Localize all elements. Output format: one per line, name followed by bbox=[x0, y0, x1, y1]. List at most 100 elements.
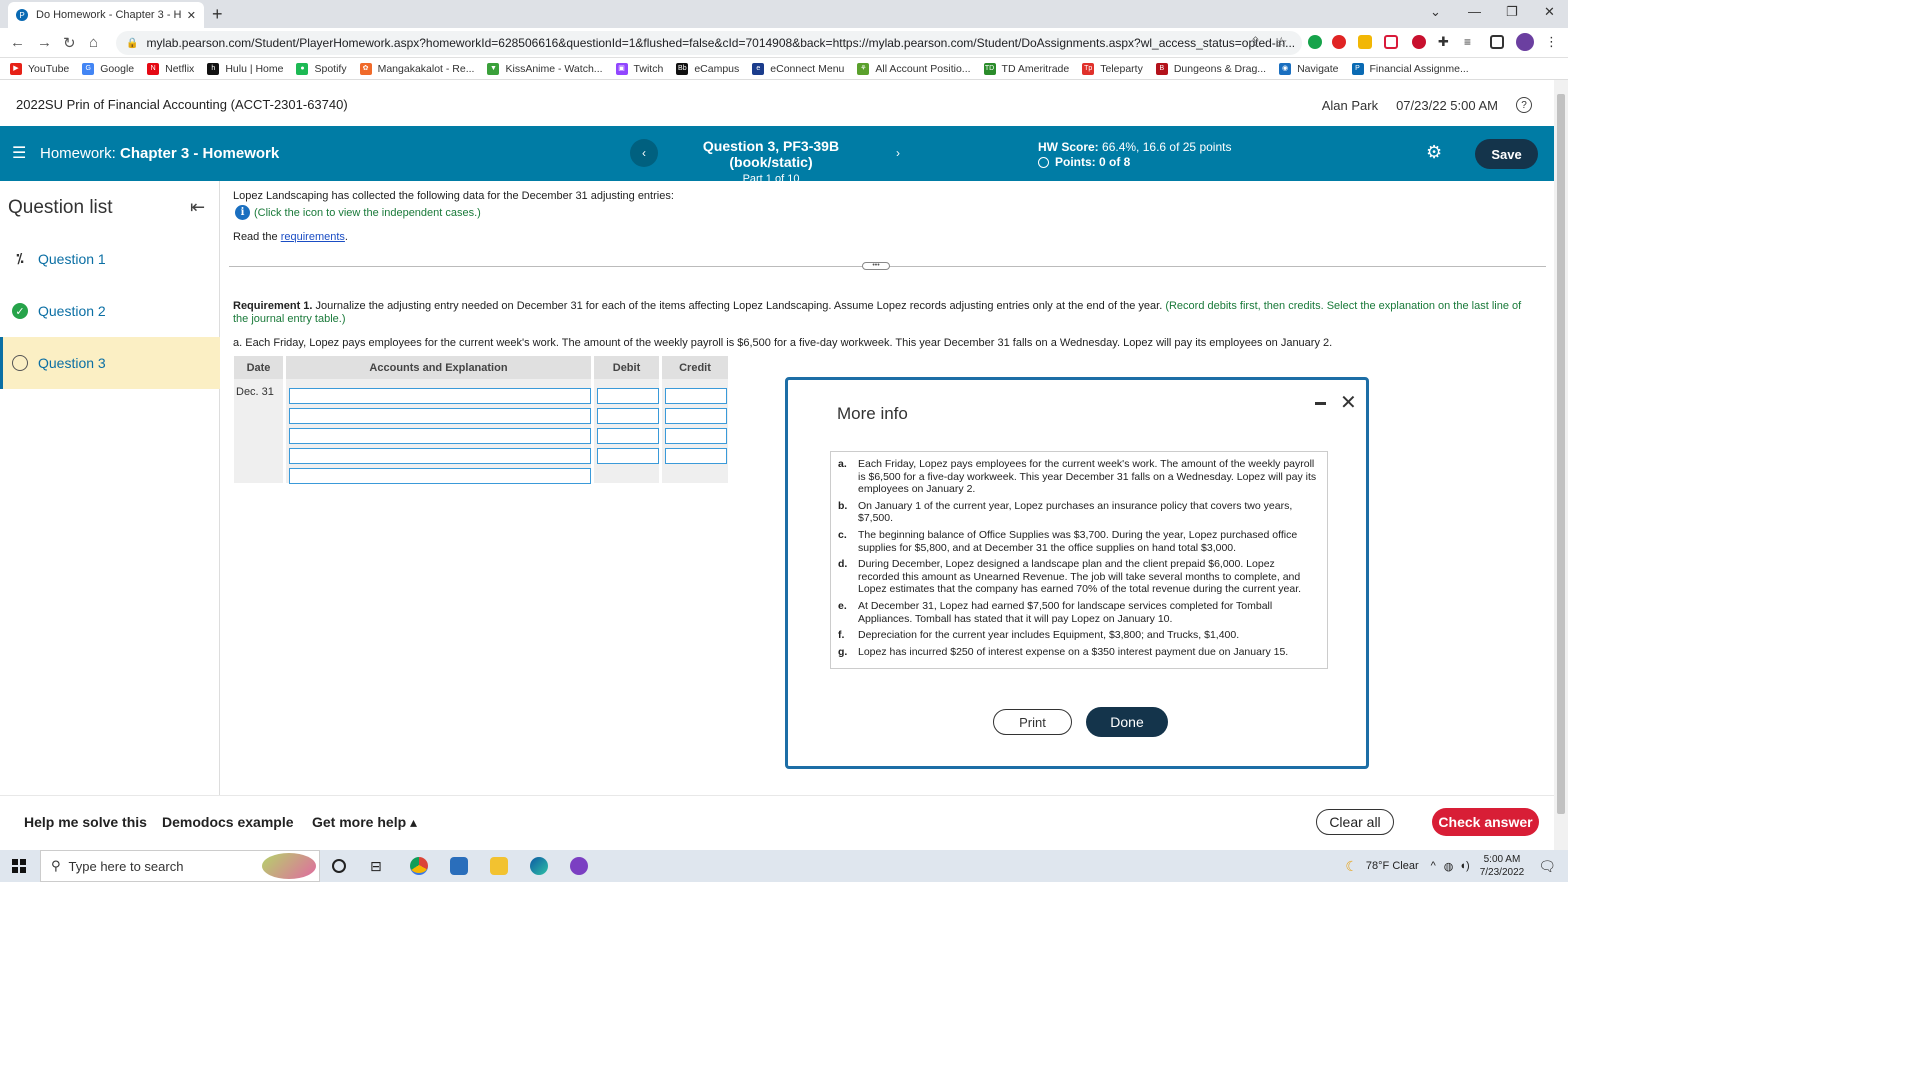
new-tab-plus-icon[interactable]: + bbox=[212, 4, 223, 25]
extensions-puzzle-icon[interactable]: ✚ bbox=[1438, 35, 1452, 49]
get-more-help-button[interactable]: Get more help ▴ bbox=[312, 814, 417, 831]
next-question-button[interactable]: › bbox=[884, 139, 912, 167]
close-window-icon[interactable]: ✕ bbox=[1544, 4, 1555, 20]
share-icon[interactable]: ⇪ bbox=[1250, 34, 1261, 50]
discord-icon[interactable] bbox=[570, 857, 588, 875]
course-title: 2022SU Prin of Financial Accounting (ACC… bbox=[16, 97, 348, 112]
restore-window-icon[interactable]: ❐ bbox=[1506, 4, 1518, 20]
bookmark-item[interactable]: ▶ YouTube bbox=[10, 62, 69, 75]
credit-input-2[interactable] bbox=[665, 408, 727, 424]
windows-taskbar: ⚲ Type here to search ⊟ ☾ 78°F Clear ^ ◍… bbox=[0, 850, 1568, 882]
tab-close-icon[interactable]: ✕ bbox=[187, 9, 196, 22]
bookmark-item[interactable]: e eConnect Menu bbox=[752, 62, 844, 75]
bookmark-item[interactable]: TD TD Ameritrade bbox=[983, 62, 1069, 75]
bookmark-item[interactable]: Tp Teleparty bbox=[1082, 62, 1143, 75]
hw-score-value: 66.4%, 16.6 of 25 points bbox=[1102, 140, 1232, 154]
side-panel-icon[interactable] bbox=[1490, 35, 1504, 49]
bookmark-item[interactable]: ⚘ All Account Positio... bbox=[857, 62, 971, 75]
previous-question-button[interactable]: ‹ bbox=[630, 139, 658, 167]
extension-icon[interactable] bbox=[1384, 35, 1398, 49]
adblock-extension-icon[interactable] bbox=[1332, 35, 1346, 49]
bookmark-star-icon[interactable]: ☆ bbox=[1275, 34, 1288, 51]
credit-input-4[interactable] bbox=[665, 448, 727, 464]
tab-search-chevron-icon[interactable]: ⌄ bbox=[1430, 4, 1441, 20]
bookmark-item[interactable]: P Financial Assignme... bbox=[1351, 62, 1469, 75]
notifications-icon[interactable]: 🗨 bbox=[1538, 858, 1556, 875]
tray-chevron-up-icon[interactable]: ^ bbox=[1431, 860, 1436, 872]
hamburger-menu-icon[interactable]: ☰ bbox=[12, 143, 26, 163]
print-button[interactable]: Print bbox=[993, 709, 1072, 735]
scrollbar-thumb[interactable] bbox=[1557, 94, 1565, 814]
requirements-link[interactable]: requirements bbox=[281, 231, 345, 243]
info-case-label: g. bbox=[838, 645, 848, 658]
info-icon[interactable]: i bbox=[235, 205, 250, 220]
divider-drag-handle[interactable]: ••• bbox=[862, 262, 890, 270]
bookmark-item[interactable]: G Google bbox=[82, 62, 134, 75]
network-icon[interactable]: ◍ bbox=[1444, 860, 1454, 873]
demodocs-example-button[interactable]: Demodocs example bbox=[162, 814, 294, 830]
weather-text[interactable]: 78°F Clear bbox=[1366, 860, 1419, 872]
account-input-2[interactable] bbox=[289, 408, 591, 424]
save-button[interactable]: Save bbox=[1475, 139, 1538, 169]
chrome-icon[interactable] bbox=[410, 857, 428, 875]
bookmark-favicon-icon: ● bbox=[296, 62, 309, 75]
reload-icon[interactable]: ↻ bbox=[63, 34, 76, 52]
close-dialog-icon[interactable]: ✕ bbox=[1340, 390, 1357, 415]
credit-input-3[interactable] bbox=[665, 428, 727, 444]
help-me-solve-button[interactable]: Help me solve this bbox=[24, 814, 147, 830]
collapse-panel-icon[interactable]: ⇤ bbox=[190, 197, 205, 218]
bookmark-item[interactable]: ▣ Twitch bbox=[615, 62, 663, 75]
page-scrollbar[interactable] bbox=[1554, 80, 1568, 850]
home-icon[interactable]: ⌂ bbox=[89, 34, 98, 51]
question-list-item-3[interactable]: Question 3 bbox=[0, 337, 220, 389]
browser-menu-icon[interactable]: ⋮ bbox=[1545, 35, 1559, 49]
debit-input-3[interactable] bbox=[597, 428, 659, 444]
bookmark-item[interactable]: Bb eCampus bbox=[676, 62, 739, 75]
account-input-3[interactable] bbox=[289, 428, 591, 444]
grammarly-extension-icon[interactable] bbox=[1308, 35, 1322, 49]
task-view-icon[interactable]: ⊟ bbox=[370, 857, 388, 875]
reading-list-icon[interactable]: ≡ bbox=[1464, 35, 1478, 49]
mail-icon[interactable] bbox=[450, 857, 468, 875]
help-icon[interactable]: ? bbox=[1516, 97, 1532, 113]
account-input-4[interactable] bbox=[289, 448, 591, 464]
info-case-text: Lopez has incurred $250 of interest expe… bbox=[858, 645, 1289, 658]
extension-icon[interactable] bbox=[1412, 35, 1426, 49]
extension-icon[interactable] bbox=[1358, 35, 1372, 49]
debit-input-2[interactable] bbox=[597, 408, 659, 424]
bookmark-item[interactable]: ● Spotify bbox=[296, 62, 347, 75]
account-input-1[interactable] bbox=[289, 388, 591, 404]
credit-input-1[interactable] bbox=[665, 388, 727, 404]
debit-input-4[interactable] bbox=[597, 448, 659, 464]
minimize-window-icon[interactable]: — bbox=[1468, 4, 1481, 19]
windows-start-icon[interactable] bbox=[12, 859, 26, 873]
debit-input-1[interactable] bbox=[597, 388, 659, 404]
homework-name: Chapter 3 - Homework bbox=[120, 145, 280, 162]
taskbar-clock[interactable]: 5:00 AM 7/23/2022 bbox=[1480, 853, 1525, 879]
bookmark-item[interactable]: h Hulu | Home bbox=[207, 62, 283, 75]
bookmark-item[interactable]: ✿ Mangakakalot - Re... bbox=[359, 62, 474, 75]
minimize-dialog-icon[interactable] bbox=[1315, 402, 1326, 405]
url-bar[interactable]: 🔒 mylab.pearson.com/Student/PlayerHomewo… bbox=[116, 31, 1302, 55]
done-button[interactable]: Done bbox=[1086, 707, 1168, 737]
check-answer-button[interactable]: Check answer bbox=[1432, 808, 1539, 836]
back-arrow-icon[interactable]: ← bbox=[10, 34, 25, 51]
forward-arrow-icon[interactable]: → bbox=[37, 34, 52, 51]
bookmark-item[interactable]: ◉ Navigate bbox=[1279, 62, 1339, 75]
question-list-item-2[interactable]: ✓ Question 2 bbox=[0, 285, 220, 337]
settings-gear-icon[interactable]: ⚙ bbox=[1426, 142, 1442, 163]
bookmark-item[interactable]: ▼ KissAnime - Watch... bbox=[487, 62, 603, 75]
explanation-input[interactable] bbox=[289, 468, 591, 484]
edge-icon[interactable] bbox=[530, 857, 548, 875]
bookmark-item[interactable]: B Dungeons & Drag... bbox=[1155, 62, 1266, 75]
browser-tab[interactable]: P Do Homework - Chapter 3 - Hom ✕ bbox=[8, 2, 204, 28]
cortana-icon[interactable] bbox=[332, 859, 346, 873]
file-explorer-icon[interactable] bbox=[490, 857, 508, 875]
bookmark-item[interactable]: N Netflix bbox=[147, 62, 194, 75]
info-case-item: c. The beginning balance of Office Suppli… bbox=[838, 529, 1319, 554]
question-list-item-1[interactable]: ⁒ Question 1 bbox=[0, 233, 220, 285]
profile-avatar[interactable] bbox=[1516, 33, 1534, 51]
info-link[interactable]: i (Click the icon to view the independen… bbox=[235, 205, 481, 220]
volume-icon[interactable]: ◖) bbox=[1459, 860, 1469, 872]
clear-all-button[interactable]: Clear all bbox=[1316, 809, 1394, 835]
